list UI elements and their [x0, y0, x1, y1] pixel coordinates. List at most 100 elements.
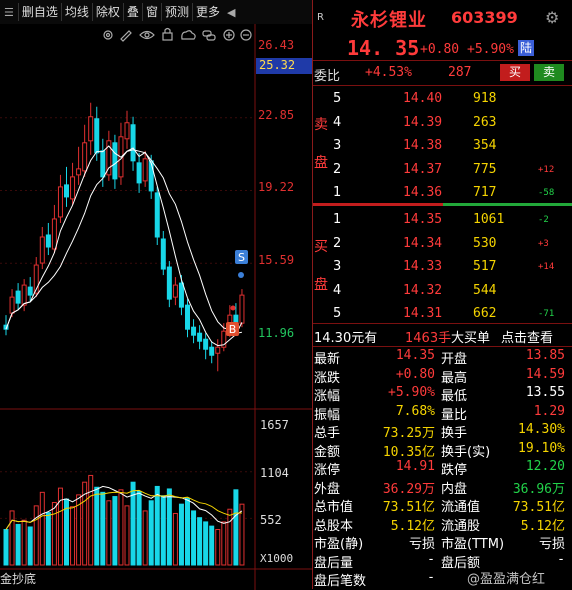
big-order-price: 14.30元有 — [314, 331, 378, 346]
candle-body — [39, 236, 45, 264]
stat-value: 19.10% — [518, 440, 565, 456]
volume-level-1: 1657 — [260, 418, 289, 432]
settings-gear-icon[interactable]: ⚙ — [545, 8, 559, 27]
bid-level: 4 — [333, 282, 342, 298]
plus-circle-icon[interactable] — [223, 29, 235, 41]
candle-body — [112, 142, 118, 180]
bid-level: 5 — [333, 306, 342, 321]
volume-bar — [70, 506, 76, 566]
volume-bar — [15, 523, 21, 566]
bid-book: 1 14.35 1061 -2 2 14.34 530 +3 3 14.33 517 +14 4 14.3… — [313, 207, 572, 322]
candle-body — [94, 118, 100, 154]
stat-value: 5.12亿 — [390, 518, 435, 534]
gridlines — [0, 117, 255, 519]
volume-bar — [106, 500, 112, 566]
stat-value: +0.80 — [395, 366, 435, 382]
ask-book: 5 14.40 918 4 14.39 263 3 14.38 354 2 14.37 775 +12 1… — [313, 86, 572, 201]
stock-name: 永杉锂业 — [351, 10, 427, 31]
toolbar-more[interactable]: 更多 — [191, 3, 223, 21]
stats-row: 涨幅 +5.90% 最低 13.55 — [313, 384, 572, 404]
settings-icon[interactable] — [103, 30, 113, 40]
buy-button[interactable]: 买 — [500, 64, 530, 81]
stat-label: 开盘 — [441, 352, 468, 367]
stat-value: 亏损 — [538, 537, 565, 552]
stat-label: 最低 — [441, 389, 468, 404]
candle-body — [136, 162, 142, 184]
candle-body — [142, 158, 148, 182]
stat-label: 总市值 — [314, 500, 354, 515]
stat-value: +5.90% — [388, 385, 435, 400]
stat-label: 内盘 — [441, 481, 468, 497]
ask-level: 5 — [333, 91, 342, 106]
candle-body — [185, 304, 190, 330]
ask-level-4[interactable]: 4 14.39 263 — [313, 113, 572, 134]
weibi-label: 委比 — [314, 69, 341, 84]
bid-level: 1 — [333, 212, 342, 227]
stat-label: 最高 — [441, 370, 468, 386]
eye-icon[interactable] — [139, 30, 155, 40]
bid-level-4[interactable]: 4 14.32 544 — [313, 281, 572, 302]
toolbar-ex-rights[interactable]: 除权 — [91, 3, 123, 21]
stats-row: 振幅 7.68% 量比 1.29 — [313, 403, 572, 423]
chain-icon[interactable] — [202, 30, 216, 41]
sell-button[interactable]: 卖 — [534, 64, 564, 81]
bid-level-1[interactable]: 1 14.35 1061 -2 — [313, 210, 572, 231]
edit-icon[interactable] — [120, 30, 132, 42]
volume-bar — [166, 488, 172, 566]
volume-bar — [118, 489, 124, 566]
weicha-value: 287 — [448, 65, 472, 80]
bottom-indicator-label[interactable]: 金抄底 — [0, 570, 36, 587]
bid-level-5[interactable]: 5 14.31 662 -71 — [313, 304, 572, 325]
minus-circle-icon[interactable] — [240, 29, 252, 41]
collapse-arrow-icon[interactable]: ◀ — [223, 6, 239, 19]
stats-table: 最新 14.35 开盘 13.85 涨跌 +0.80 最高 14.59 涨幅 +5.90% 最低 13… — [313, 347, 572, 589]
stat-value: 73.51亿 — [382, 500, 435, 515]
price-level-6: 11.96 — [258, 326, 295, 340]
quote-panel: R 永杉锂业 603399 ⚙ 14. 35 +0.80 +5.90% 陆 委比… — [312, 0, 572, 589]
ask-diff: -58 — [538, 188, 555, 198]
toolbar-moving-average[interactable]: 均线 — [60, 3, 92, 21]
ask-level-5[interactable]: 5 14.40 918 — [313, 89, 572, 110]
sell-ratio-bar — [443, 203, 572, 206]
stats-row: 市盈(静) 亏损 市盈(TTM) 亏损 — [313, 532, 572, 552]
toolbar-overlay[interactable]: 叠 — [122, 3, 142, 21]
bid-level: 3 — [333, 259, 342, 274]
stat-value: 14.59 — [525, 366, 565, 382]
ask-volume: 918 — [473, 91, 497, 106]
menu-icon[interactable]: ☰ — [0, 6, 18, 19]
stat-label: 换手(实) — [441, 444, 491, 460]
volume-bar — [94, 486, 100, 566]
volume-bar — [203, 521, 209, 566]
toolbar-remove-watchlist[interactable]: 删自选 — [17, 3, 61, 21]
ask-level-2[interactable]: 2 14.37 775 +12 — [313, 160, 572, 181]
kline-chart[interactable]: S B 26.43 25.32 22.85 19.22 15.59 11.96 … — [0, 24, 312, 590]
volume-bar — [39, 491, 45, 566]
big-order-link[interactable]: 点击查看 — [501, 327, 553, 346]
lock-icon[interactable] — [162, 27, 173, 41]
big-order-type: 大买单 — [451, 331, 491, 346]
sell-signal-label: S — [238, 251, 245, 264]
big-order-row[interactable]: 14.30元有 1463手 大买单 点击查看 — [313, 324, 572, 347]
weibi-row: 委比 +4.53% 287 买 卖 — [313, 61, 572, 85]
stat-value: 亏损 — [408, 537, 435, 552]
candle-body — [233, 314, 239, 324]
volume-bar — [178, 503, 184, 566]
stat-value: 13.85 — [525, 348, 565, 363]
ask-level-3[interactable]: 3 14.38 354 — [313, 136, 572, 157]
ask-level-1[interactable]: 1 14.36 717 -58 — [313, 183, 572, 204]
stat-label: 换手 — [441, 426, 468, 441]
stats-row: 外盘 36.29万 内盘 36.96万 — [313, 477, 572, 497]
toolbar-window[interactable]: 窗 — [141, 3, 161, 21]
bid-level-2[interactable]: 2 14.34 530 +3 — [313, 234, 572, 255]
ask-diff: +12 — [538, 164, 555, 175]
ask-level: 4 — [333, 114, 342, 130]
stat-label: 总手 — [314, 426, 341, 441]
bid-level-3[interactable]: 3 14.33 517 +14 — [313, 257, 572, 278]
volume-bar — [172, 512, 178, 566]
volume-bar — [9, 510, 15, 566]
stat-label: 金额 — [314, 444, 341, 460]
price-level-1: 26.43 — [258, 38, 295, 52]
cloud-icon[interactable] — [181, 30, 196, 40]
volume-bar — [215, 529, 221, 566]
toolbar-forecast[interactable]: 预测 — [160, 3, 192, 21]
